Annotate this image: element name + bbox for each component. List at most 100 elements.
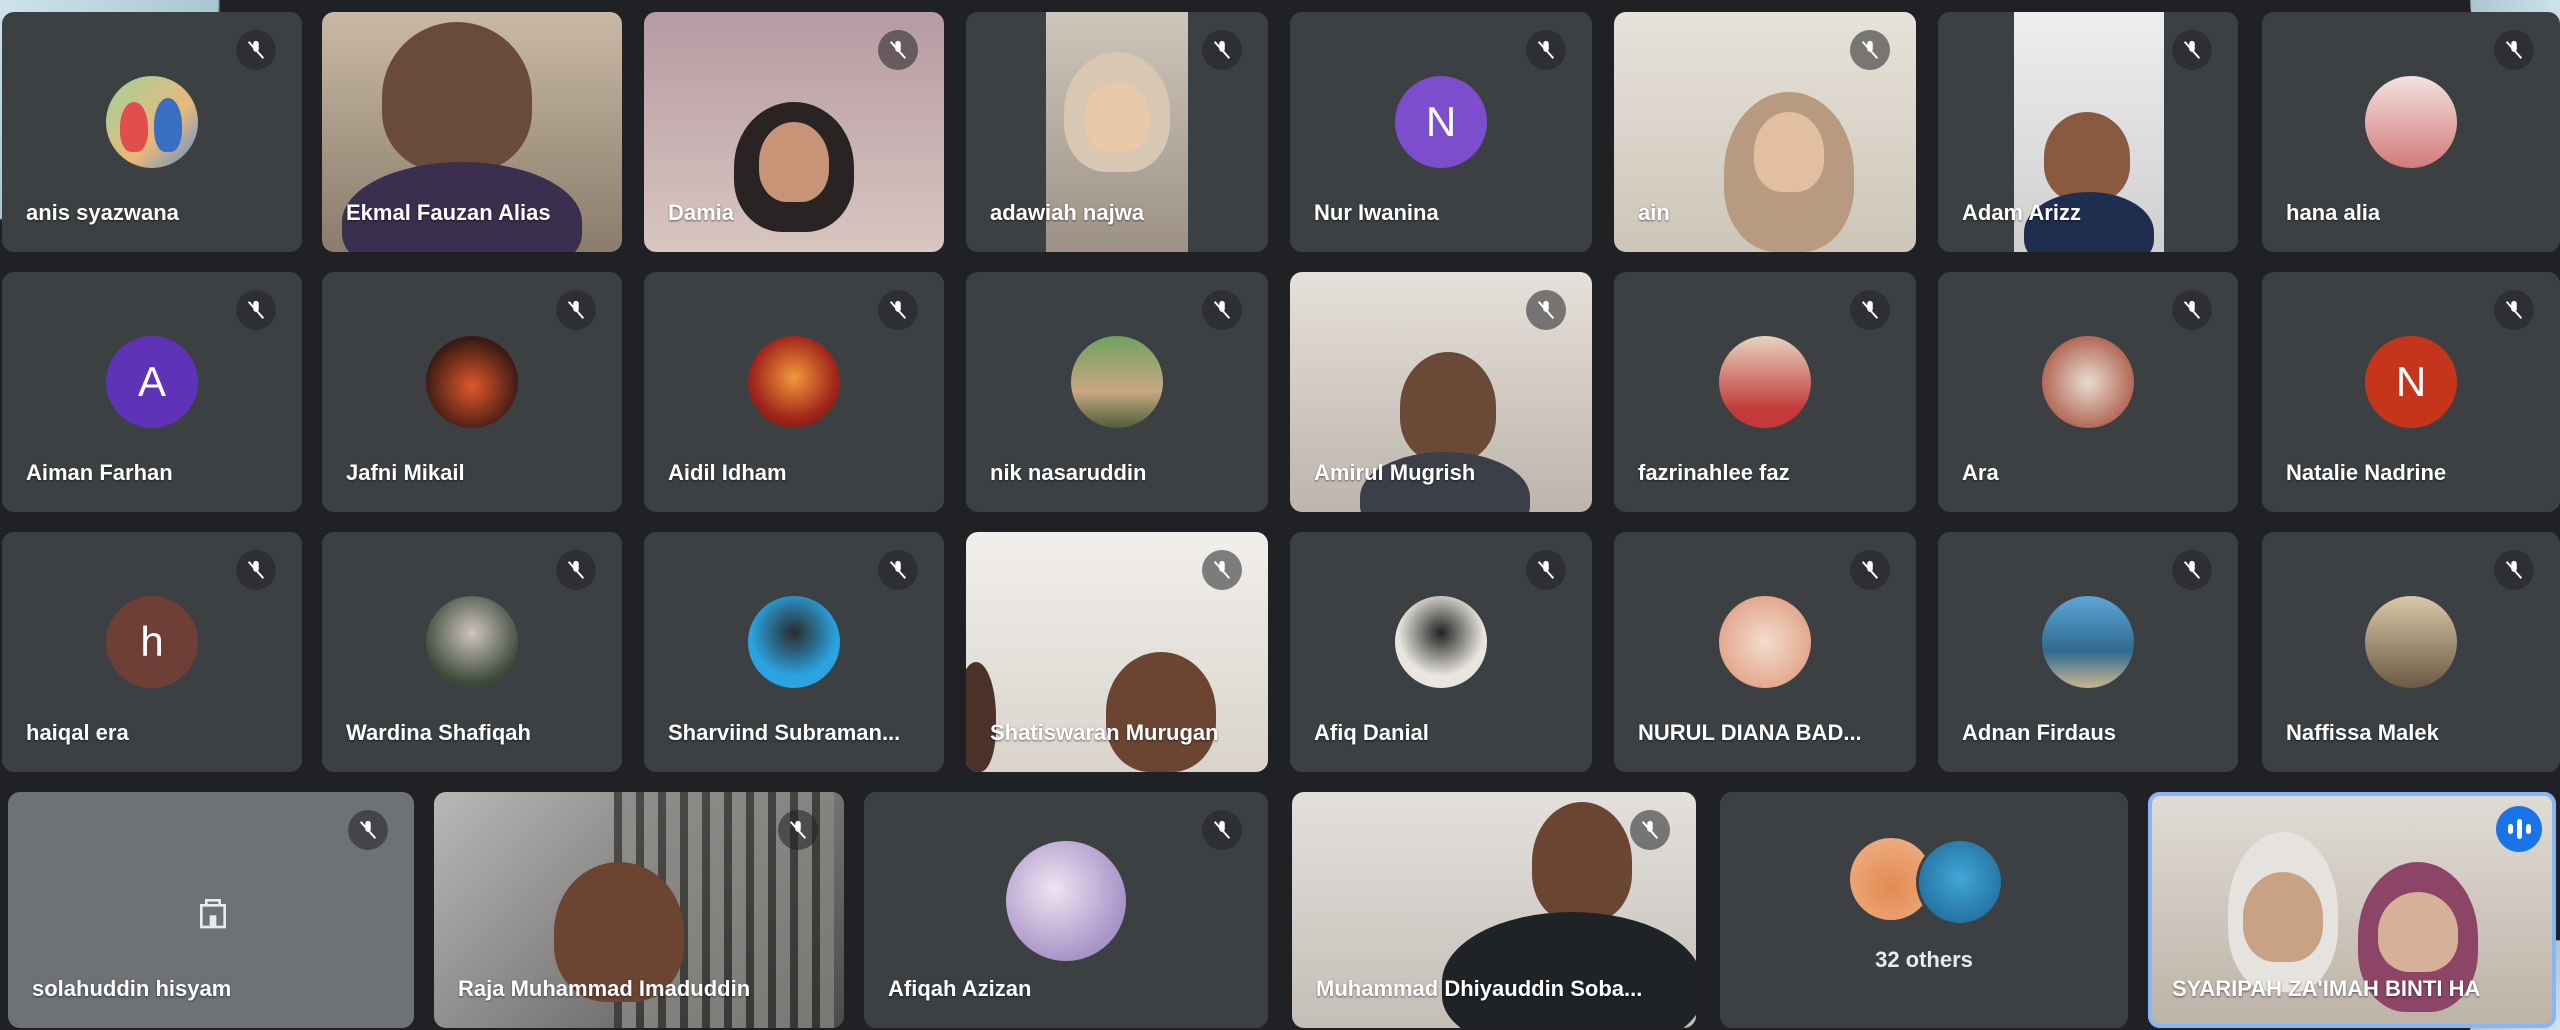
participant-tile[interactable]: Ekmal Fauzan Alias [322,12,622,252]
participant-video [382,22,532,172]
building-icon [193,892,233,932]
participant-video [1532,802,1632,922]
participant-tile[interactable]: Wardina Shafiqah [322,532,622,772]
mic-off-icon [2494,550,2534,590]
mic-off-icon [556,550,596,590]
participant-name: anis syazwana [26,200,179,225]
participant-tile[interactable]: Adnan Firdaus [1938,532,2238,772]
mic-off-icon [236,550,276,590]
meeting-grid: anis syazwana Ekmal Fauzan Alias Damia a… [0,0,2560,1030]
participant-name: Aidil Idham [668,460,787,485]
mic-off-icon [878,30,918,70]
mic-off-icon [878,290,918,330]
participant-tile[interactable]: SYARIPAH ZA'IMAH BINTI HA [2148,792,2556,1028]
participant-avatar [426,336,518,429]
participant-name: Amirul Mugrish [1314,460,1476,485]
others-count-label: 32 others [1875,947,1973,972]
participant-tile[interactable]: A Aiman Farhan [2,272,302,512]
mic-off-icon [778,810,818,850]
speaking-indicator-icon [2496,806,2542,852]
participant-tile[interactable]: Damia [644,12,944,252]
participant-tile[interactable]: Ara [1938,272,2238,512]
participant-name: Ara [1962,460,1999,485]
participant-avatar: N [2365,336,2457,429]
participant-tile[interactable]: Sharviind Subraman... [644,532,944,772]
participant-name: NURUL DIANA BAD... [1638,720,1862,745]
participant-name: fazrinahlee faz [1638,460,1790,485]
participant-tile[interactable]: N Natalie Nadrine [2262,272,2560,512]
participant-name: Muhammad Dhiyauddin Soba... [1316,976,1643,1001]
participant-avatar [748,596,840,689]
participant-name: Wardina Shafiqah [346,720,531,745]
participant-avatar: A [106,336,198,429]
participant-tile[interactable]: Aidil Idham [644,272,944,512]
participant-tile[interactable]: Muhammad Dhiyauddin Soba... [1292,792,1696,1028]
participant-avatar [426,596,518,689]
participant-tile[interactable]: NURUL DIANA BAD... [1614,532,1916,772]
participant-name: Jafni Mikail [346,460,465,485]
mic-off-icon [1526,290,1566,330]
others-avatar [1916,838,2004,926]
participant-name: Afiq Danial [1314,720,1429,745]
participant-tile[interactable]: Adam Arizz [1938,12,2238,252]
mic-off-icon [2494,290,2534,330]
mic-off-icon [1202,30,1242,70]
participant-avatar [1395,596,1487,689]
mic-off-icon [1202,810,1242,850]
mic-off-icon [878,550,918,590]
participant-avatar [748,336,840,429]
participant-name: nik nasaruddin [990,460,1147,485]
participant-name: Adam Arizz [1962,200,2081,225]
participant-name: Ekmal Fauzan Alias [346,200,551,225]
participant-name: Sharviind Subraman... [668,720,901,745]
participant-avatar [1719,596,1811,689]
participant-avatar [106,76,198,169]
participant-avatar: N [1395,76,1487,169]
mic-off-icon [236,30,276,70]
others-tile[interactable]: 32 others [1720,792,2128,1028]
participant-tile[interactable]: Jafni Mikail [322,272,622,512]
mic-off-icon [1630,810,1670,850]
participant-tile[interactable]: h haiqal era [2,532,302,772]
participant-name: Afiqah Azizan [888,976,1032,1001]
mic-off-icon [2172,290,2212,330]
mic-off-icon [348,810,388,850]
participant-tile[interactable]: Afiq Danial [1290,532,1592,772]
participant-tile[interactable]: Naffissa Malek [2262,532,2560,772]
participant-tile[interactable]: solahuddin hisyam [8,792,414,1028]
participant-tile[interactable]: anis syazwana [2,12,302,252]
participant-tile[interactable]: fazrinahlee faz [1614,272,1916,512]
participant-tile[interactable]: Raja Muhammad Imaduddin [434,792,844,1028]
participant-avatar [2365,596,2457,689]
mic-off-icon [1850,550,1890,590]
mic-off-icon [556,290,596,330]
participant-tile[interactable]: Afiqah Azizan [864,792,1268,1028]
participant-tile[interactable]: adawiah najwa [966,12,1268,252]
participant-name: ain [1638,200,1670,225]
participant-avatar: h [106,596,198,689]
mic-off-icon [2172,550,2212,590]
participant-tile[interactable]: N Nur Iwanina [1290,12,1592,252]
participant-tile[interactable]: Amirul Mugrish [1290,272,1592,512]
participant-avatar [2365,76,2457,169]
participant-tile[interactable]: Shatiswaran Murugan [966,532,1268,772]
participant-avatar [1719,336,1811,429]
participant-video [1106,652,1216,772]
participant-tile[interactable]: nik nasaruddin [966,272,1268,512]
mic-off-icon [1526,550,1566,590]
participant-name: hana alia [2286,200,2381,225]
mic-off-icon [1526,30,1566,70]
mic-off-icon [1202,550,1242,590]
participant-avatar [1071,336,1163,429]
mic-off-icon [236,290,276,330]
participant-name: Raja Muhammad Imaduddin [458,976,751,1001]
participant-name: adawiah najwa [990,200,1145,225]
participant-avatar [1006,840,1126,961]
participant-name: solahuddin hisyam [32,976,232,1001]
participant-tile[interactable]: ain [1614,12,1916,252]
participant-name: Naffissa Malek [2286,720,2439,745]
participant-name: Natalie Nadrine [2286,460,2447,485]
mic-off-icon [1850,290,1890,330]
participant-tile[interactable]: hana alia [2262,12,2560,252]
participant-name: Damia [668,200,735,225]
